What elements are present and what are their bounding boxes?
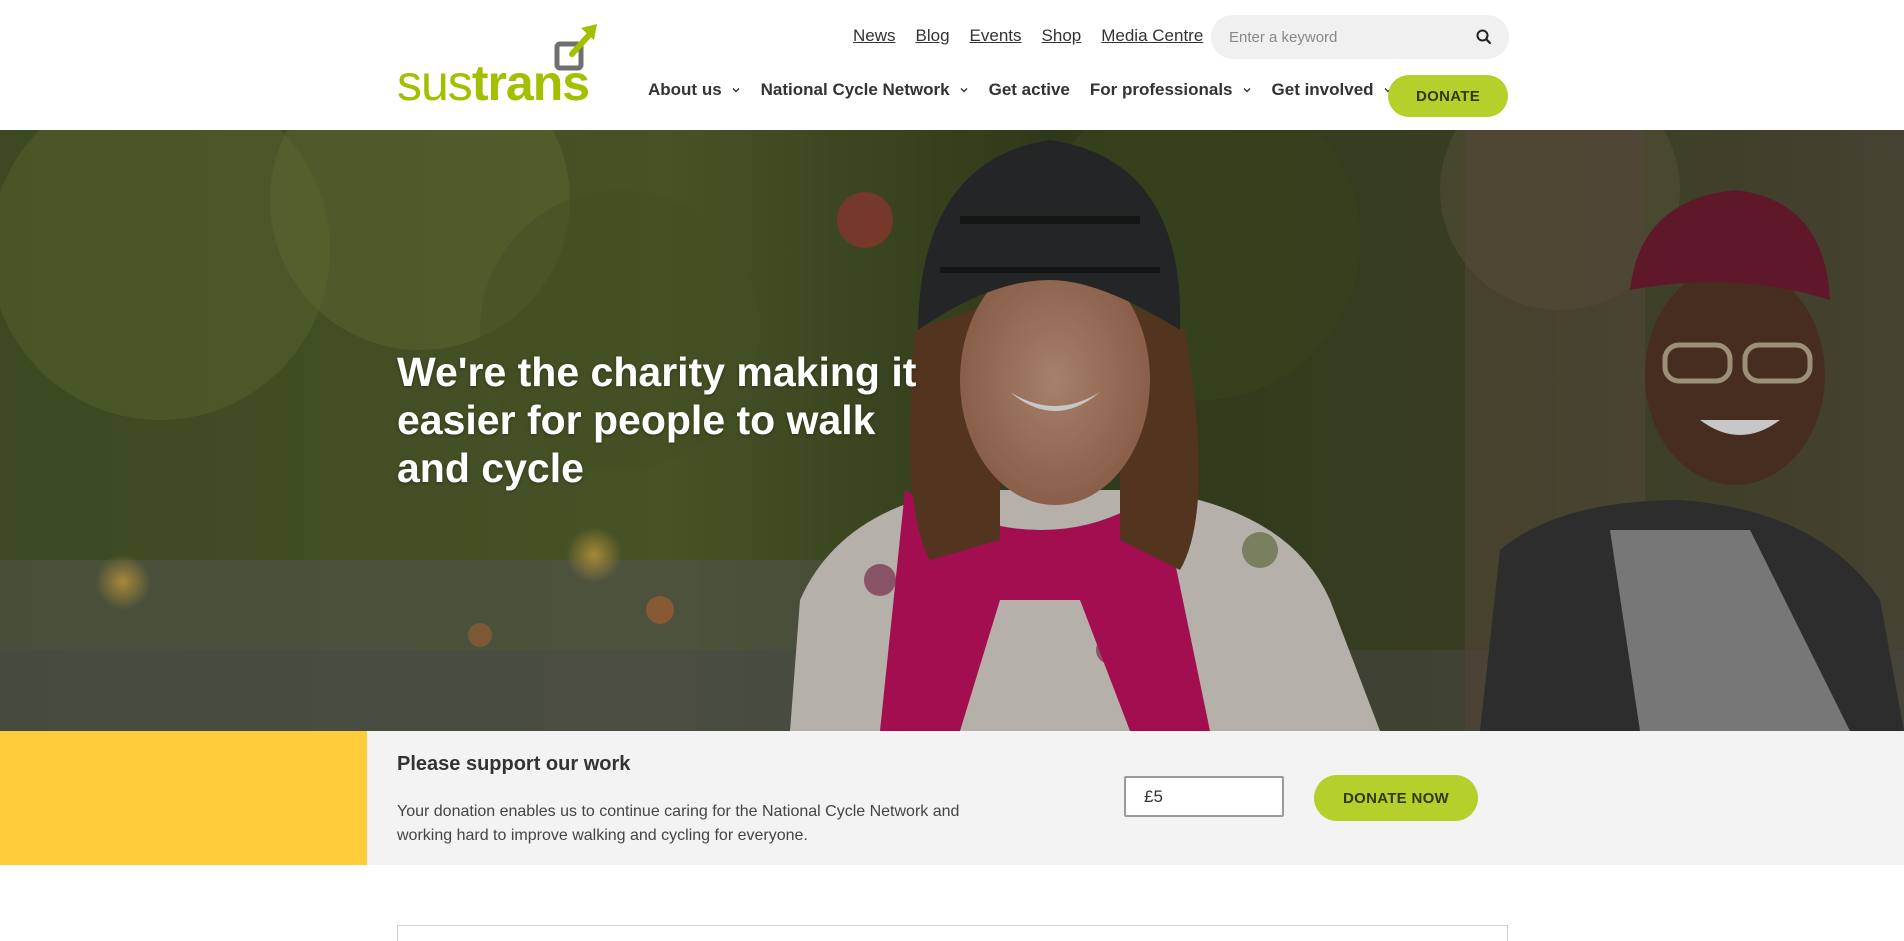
donate-now-button[interactable]: DONATE NOW bbox=[1314, 775, 1478, 821]
main-nav: About us National Cycle Network Get acti… bbox=[648, 80, 1413, 100]
search-input[interactable] bbox=[1229, 15, 1459, 59]
search-box bbox=[1211, 15, 1509, 59]
nav-item-get-involved[interactable]: Get involved bbox=[1272, 80, 1393, 100]
top-link-news[interactable]: News bbox=[853, 26, 896, 46]
top-link-media-centre[interactable]: Media Centre bbox=[1101, 26, 1203, 46]
site-header: sustrans News Blog Events Shop Media Cen… bbox=[0, 0, 1904, 130]
utility-nav: News Blog Events Shop Media Centre bbox=[853, 26, 1203, 46]
search-icon[interactable] bbox=[1473, 26, 1495, 48]
donation-amount-input[interactable] bbox=[1126, 778, 1282, 815]
nav-item-about-us[interactable]: About us bbox=[648, 80, 741, 100]
chevron-down-icon bbox=[960, 88, 968, 93]
support-title: Please support our work bbox=[397, 753, 631, 775]
content-card-top-edge bbox=[397, 925, 1508, 941]
donate-button[interactable]: DONATE bbox=[1388, 75, 1508, 117]
top-link-events[interactable]: Events bbox=[970, 26, 1022, 46]
hero-photo-cyclists bbox=[0, 130, 1904, 731]
hero-title: We're the charity making it easier for p… bbox=[397, 349, 917, 491]
donation-amount-field bbox=[1124, 776, 1284, 817]
chevron-down-icon bbox=[1243, 88, 1251, 93]
logo-wordmark: sustrans bbox=[397, 55, 590, 111]
hero-banner: We're the charity making it easier for p… bbox=[0, 130, 1904, 731]
sustrans-logo[interactable]: sustrans bbox=[397, 22, 603, 108]
yellow-accent-block bbox=[0, 731, 367, 865]
support-description: Your donation enables us to continue car… bbox=[397, 803, 960, 844]
top-link-blog[interactable]: Blog bbox=[916, 26, 950, 46]
nav-item-get-active[interactable]: Get active bbox=[989, 80, 1070, 100]
top-link-shop[interactable]: Shop bbox=[1042, 26, 1082, 46]
donation-strip: Please support our work Your donation en… bbox=[0, 731, 1904, 865]
nav-item-for-professionals[interactable]: For professionals bbox=[1090, 80, 1252, 100]
chevron-down-icon bbox=[732, 88, 740, 93]
nav-item-national-cycle-network[interactable]: National Cycle Network bbox=[761, 80, 969, 100]
